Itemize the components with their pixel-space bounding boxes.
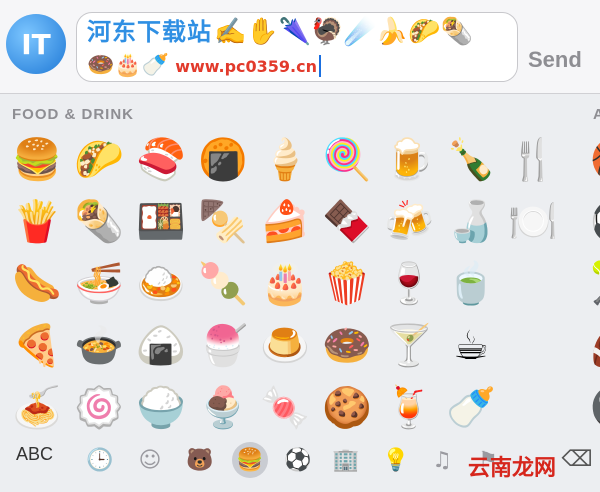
emoji-key[interactable]: 🌮 [68, 130, 130, 190]
emoji-key[interactable]: 🍰 [254, 192, 316, 252]
draft-row-1: 河东下载站✍️✋🌂🦃☄️🍌🌮🌯 [87, 17, 473, 47]
emoji-key[interactable]: 🍚 [130, 378, 192, 438]
screen: IT 河东下载站✍️✋🌂🦃☄️🍌🌮🌯 🍩🎂🍼 www.pc0359.cn Send… [0, 0, 600, 492]
next-category-peek: 🏀⚽🎾🏈🎱 [590, 130, 600, 440]
emoji-key[interactable]: 🍾 [440, 130, 502, 190]
peek-emoji[interactable]: 🎾 [590, 254, 600, 314]
emoji-key[interactable]: 🍝 [6, 378, 68, 438]
emoji-key[interactable]: 🍭 [316, 130, 378, 190]
draft-emojis-row-2: 🍩🎂🍼 [87, 53, 170, 78]
emoji-key[interactable]: 🍹 [378, 378, 440, 438]
emoji-key[interactable]: 🍺 [378, 130, 440, 190]
emoji-key[interactable]: 🍫 [316, 192, 378, 252]
category-title: FOOD & DRINK [12, 106, 134, 123]
travel-icon[interactable]: 🏢 [328, 442, 364, 478]
emoji-key[interactable]: 🍨 [192, 378, 254, 438]
peek-emoji[interactable]: 🏈 [590, 316, 600, 376]
activity-icon[interactable]: ⚽ [280, 442, 316, 478]
emoji-key[interactable]: 🍕 [6, 316, 68, 376]
message-input-field[interactable]: 河东下载站✍️✋🌂🦃☄️🍌🌮🌯 🍩🎂🍼 www.pc0359.cn [76, 12, 518, 82]
emoji-key[interactable]: 🍛 [130, 254, 192, 314]
emoji-key[interactable]: 🍵 [440, 254, 502, 314]
emoji-key[interactable]: 🍢 [192, 192, 254, 252]
emoji-key[interactable]: 🍱 [130, 192, 192, 252]
app-logo: IT [6, 14, 66, 74]
emoji-key[interactable]: 🍡 [192, 254, 254, 314]
emoji-key [502, 378, 564, 438]
emoji-key [502, 316, 564, 376]
peek-emoji[interactable]: 🎱 [590, 378, 600, 438]
text-caret [319, 55, 322, 77]
peek-emoji[interactable]: 🏀 [590, 130, 600, 190]
emoji-key[interactable]: 🌯 [68, 192, 130, 252]
emoji-key[interactable]: 🍮 [254, 316, 316, 376]
emoji-key[interactable]: 🍻 [378, 192, 440, 252]
emoji-key[interactable]: 🍲 [68, 316, 130, 376]
emoji-key[interactable]: 🍶 [440, 192, 502, 252]
symbols-icon[interactable]: ♫ [424, 442, 460, 478]
abc-key[interactable]: ABC [16, 444, 53, 465]
emoji-keyboard: FOOD & DRINK A 🍔 🌮 🍣 🍘 🍦 🍭 🍺 🍾 🍴 🍟 🌯 🍱 🍢 🍰 🍫 🍻 🍶 🍽️ 🌭 🍜 🍛 🍡 🎂 🍿… [0, 94, 600, 492]
emoji-key[interactable]: 🍦 [254, 130, 316, 190]
emoji-key[interactable]: 🍴 [502, 130, 564, 190]
draft-row-2: 🍩🎂🍼 www.pc0359.cn [87, 51, 322, 82]
objects-icon[interactable]: 💡 [378, 442, 414, 478]
site-watermark: 云南龙网 [468, 456, 557, 481]
emoji-key[interactable]: 🍼 [440, 378, 502, 438]
smiley-icon[interactable]: ☺ [132, 442, 168, 478]
next-category-title: A [593, 106, 600, 123]
emoji-key[interactable]: 🎂 [254, 254, 316, 314]
emoji-key[interactable]: 🍔 [6, 130, 68, 190]
food-icon[interactable]: 🍔 [232, 442, 268, 478]
emoji-key[interactable]: 🍪 [316, 378, 378, 438]
animal-icon[interactable]: 🐻 [182, 442, 218, 478]
keyboard-bottom-bar: ABC 🕒 ☺ 🐻 🍔 ⚽ 🏢 💡 ♫ ⚑ 云南龙网 ⌫ [0, 434, 600, 492]
recent-icon[interactable]: 🕒 [82, 442, 118, 478]
send-button[interactable]: Send [528, 47, 582, 73]
emoji-key[interactable]: 🍙 [130, 316, 192, 376]
draft-watermark-text: 河东下载站 [87, 18, 212, 46]
emoji-key[interactable]: 🍜 [68, 254, 130, 314]
emoji-grid: 🍔 🌮 🍣 🍘 🍦 🍭 🍺 🍾 🍴 🍟 🌯 🍱 🍢 🍰 🍫 🍻 🍶 🍽️ 🌭 🍜 🍛 🍡 🎂 🍿 🍷 🍵 🍕 🍲 🍙 🍧 🍮 🍩 🍸 ☕ 🍝 🍥 🍚 🍨 🍬… [6, 130, 564, 438]
emoji-key[interactable]: 🍧 [192, 316, 254, 376]
emoji-key[interactable]: 🍿 [316, 254, 378, 314]
emoji-key[interactable]: 🍣 [130, 130, 192, 190]
emoji-key [502, 254, 564, 314]
emoji-key[interactable]: 🌭 [6, 254, 68, 314]
emoji-key[interactable]: ☕ [440, 316, 502, 376]
emoji-key[interactable]: 🍘 [192, 130, 254, 190]
emoji-key[interactable]: 🍥 [68, 378, 130, 438]
peek-emoji[interactable]: ⚽ [590, 192, 600, 252]
emoji-key[interactable]: 🍽️ [502, 192, 564, 252]
emoji-key[interactable]: 🍷 [378, 254, 440, 314]
draft-watermark-url: www.pc0359.cn [175, 57, 318, 76]
emoji-key[interactable]: 🍸 [378, 316, 440, 376]
delete-key-icon[interactable]: ⌫ [560, 442, 594, 476]
emoji-key[interactable]: 🍬 [254, 378, 316, 438]
message-input-bar: IT 河东下载站✍️✋🌂🦃☄️🍌🌮🌯 🍩🎂🍼 www.pc0359.cn Send [0, 0, 600, 94]
draft-emojis-row-1: ✍️✋🌂🦃☄️🍌🌮🌯 [214, 17, 473, 47]
emoji-key[interactable]: 🍟 [6, 192, 68, 252]
emoji-key[interactable]: 🍩 [316, 316, 378, 376]
